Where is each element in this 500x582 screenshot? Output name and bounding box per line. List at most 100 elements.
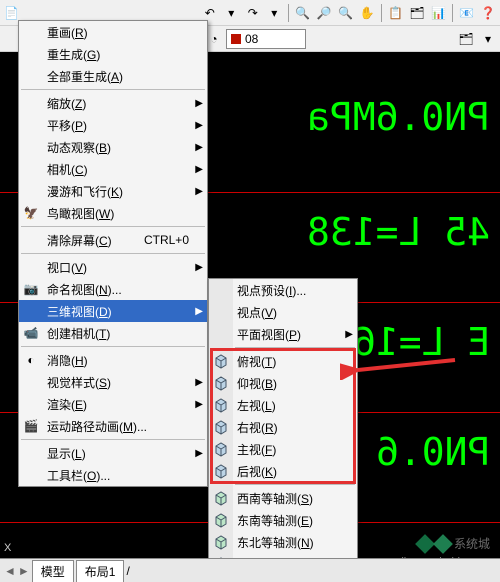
menu-item[interactable]: 重画(R) (19, 21, 207, 43)
layer-name: 08 (245, 32, 258, 46)
zoom-in-icon[interactable]: 🔎 (314, 3, 333, 23)
help-icon[interactable]: ❓ (479, 3, 498, 23)
menu-item[interactable]: 动态观察(B)▶ (19, 136, 207, 158)
menu-label: 缩放(Z) (47, 95, 86, 112)
tab-layout1[interactable]: 布局1 (76, 560, 125, 582)
menu-label: 主视(F) (237, 441, 276, 458)
menu-item[interactable]: 全部重生成(A) (19, 65, 207, 87)
submenu-item[interactable]: 右视(R) (209, 416, 357, 438)
submenu-item[interactable]: 左视(L) (209, 394, 357, 416)
tab-nav-icon[interactable]: ◄ (4, 564, 16, 578)
menu-label: 左视(L) (237, 397, 276, 414)
menu-item[interactable]: 漫游和飞行(K)▶ (19, 180, 207, 202)
3d-view-submenu: 视点预设(I)... 视点(V) 平面视图(P) ▶ 俯视(T) 仰视(B) 左视(L) 右视… (208, 278, 358, 576)
menu-item[interactable]: 视口(V)▶ (19, 256, 207, 278)
submenu-arrow-icon: ▶ (195, 306, 203, 317)
submenu-item[interactable]: 视点预设(I)... (209, 279, 357, 301)
dropdown-icon[interactable]: ▾ (222, 3, 241, 23)
menu-item[interactable]: 📹创建相机(T) (19, 322, 207, 344)
zoom-icon[interactable]: 🔍 (293, 3, 312, 23)
menu-item[interactable]: 相机(C) ▶ (19, 158, 207, 180)
menu-item[interactable]: 三维视图(D) ▶ (19, 300, 207, 322)
submenu-arrow-icon: ▶ (195, 142, 203, 153)
tab-nav-icon[interactable]: ► (18, 564, 30, 578)
menu-label: 三维视图(D) (47, 303, 112, 320)
tool-icon[interactable]: 📧 (457, 3, 476, 23)
cube-icon (213, 441, 229, 457)
menu-item[interactable]: 视觉样式(S)▶ (19, 371, 207, 393)
tool-icon[interactable]: ▾ (478, 29, 498, 49)
submenu-arrow-icon: ▶ (345, 329, 353, 340)
submenu-item[interactable]: 视点(V) (209, 301, 357, 323)
blank-icon (23, 95, 39, 111)
menu-label: 相机(C) (47, 161, 88, 178)
menu-label: 西南等轴测(S) (237, 490, 313, 507)
submenu-item[interactable]: 东北等轴测(N) (209, 531, 357, 553)
submenu-item[interactable]: 俯视(T) (209, 350, 357, 372)
submenu-item[interactable]: 仰视(B) (209, 372, 357, 394)
layout-tabs: ◄ ► 模型 布局1 / (0, 558, 500, 582)
submenu-item[interactable]: 平面视图(P) ▶ (209, 323, 357, 345)
iso-icon (213, 490, 229, 506)
menu-label: 平面视图(P) (237, 326, 301, 343)
blank-icon (23, 396, 39, 412)
cube-icon (213, 463, 229, 479)
layer-selector[interactable]: 08 (226, 29, 306, 49)
motion-icon: 🎬 (23, 418, 39, 434)
cube-icon (213, 397, 229, 413)
blank-icon (23, 161, 39, 177)
tool-icon[interactable]: 📊 (429, 3, 448, 23)
menu-label: 全部重生成(A) (47, 68, 123, 85)
tool-icon[interactable]: 🗂 (456, 29, 476, 49)
menu-item[interactable]: 缩放(Z)▶ (19, 92, 207, 114)
menu-label: 渲染(E) (47, 396, 87, 413)
dropdown-icon[interactable]: ▾ (265, 3, 284, 23)
blank-icon (23, 303, 39, 319)
blank-icon (23, 445, 39, 461)
menu-label: 俯视(T) (237, 353, 276, 370)
layer-icon[interactable]: 📋 (386, 3, 405, 23)
menu-item[interactable]: 🦅鸟瞰视图(W) (19, 202, 207, 224)
menu-label: 漫游和飞行(K) (47, 183, 123, 200)
menu-label: 右视(R) (237, 419, 278, 436)
blank-icon (23, 46, 39, 62)
redo-icon[interactable]: ↷ (243, 3, 262, 23)
submenu-item[interactable]: 东南等轴测(E) (209, 509, 357, 531)
submenu-arrow-icon: ▶ (195, 262, 203, 273)
submenu-item[interactable]: 后视(K) (209, 460, 357, 482)
blank-icon (23, 117, 39, 133)
watermark: 系统城 (418, 535, 490, 552)
menu-label: 东北等轴测(N) (237, 534, 314, 551)
submenu-arrow-icon: ▶ (195, 377, 203, 388)
menu-item[interactable]: 📷命名视图(N)... (19, 278, 207, 300)
blank-icon (23, 467, 39, 483)
blank-icon (23, 374, 39, 390)
submenu-item[interactable]: 西南等轴测(S) (209, 487, 357, 509)
menu-label: 消隐(H) (47, 352, 88, 369)
zoom-out-icon[interactable]: 🔍 (336, 3, 355, 23)
tab-overflow: / (126, 564, 129, 578)
watermark-text: 系统城 (454, 535, 490, 552)
menu-item[interactable]: ◐消隐(H) (19, 349, 207, 371)
menu-label: 视点(V) (237, 304, 277, 321)
tab-model[interactable]: 模型 (32, 560, 74, 582)
menu-item[interactable]: 清除屏幕(C)CTRL+0 (19, 229, 207, 251)
menu-item[interactable]: 平移(P)▶ (19, 114, 207, 136)
blank-icon (23, 259, 39, 275)
menu-item[interactable]: 工具栏(O)... (19, 464, 207, 486)
submenu-item[interactable]: 主视(F) (209, 438, 357, 460)
blank-icon (213, 282, 229, 298)
menu-item[interactable]: 重生成(G) (19, 43, 207, 65)
cam-icon: 📹 (23, 325, 39, 341)
submenu-arrow-icon: ▶ (195, 164, 203, 175)
cube-icon (213, 375, 229, 391)
pan-icon[interactable]: ✋ (357, 3, 376, 23)
menu-item[interactable]: 🎬运动路径动画(M)... (19, 415, 207, 437)
tool-icon[interactable]: 🗂 (407, 3, 426, 23)
submenu-arrow-icon: ▶ (195, 120, 203, 131)
cad-text: 45 L=138 (307, 210, 490, 254)
cad-text: E L=16 (353, 320, 490, 364)
command-prompt: X (4, 542, 11, 554)
menu-item[interactable]: 渲染(E)▶ (19, 393, 207, 415)
menu-item[interactable]: 显示(L)▶ (19, 442, 207, 464)
